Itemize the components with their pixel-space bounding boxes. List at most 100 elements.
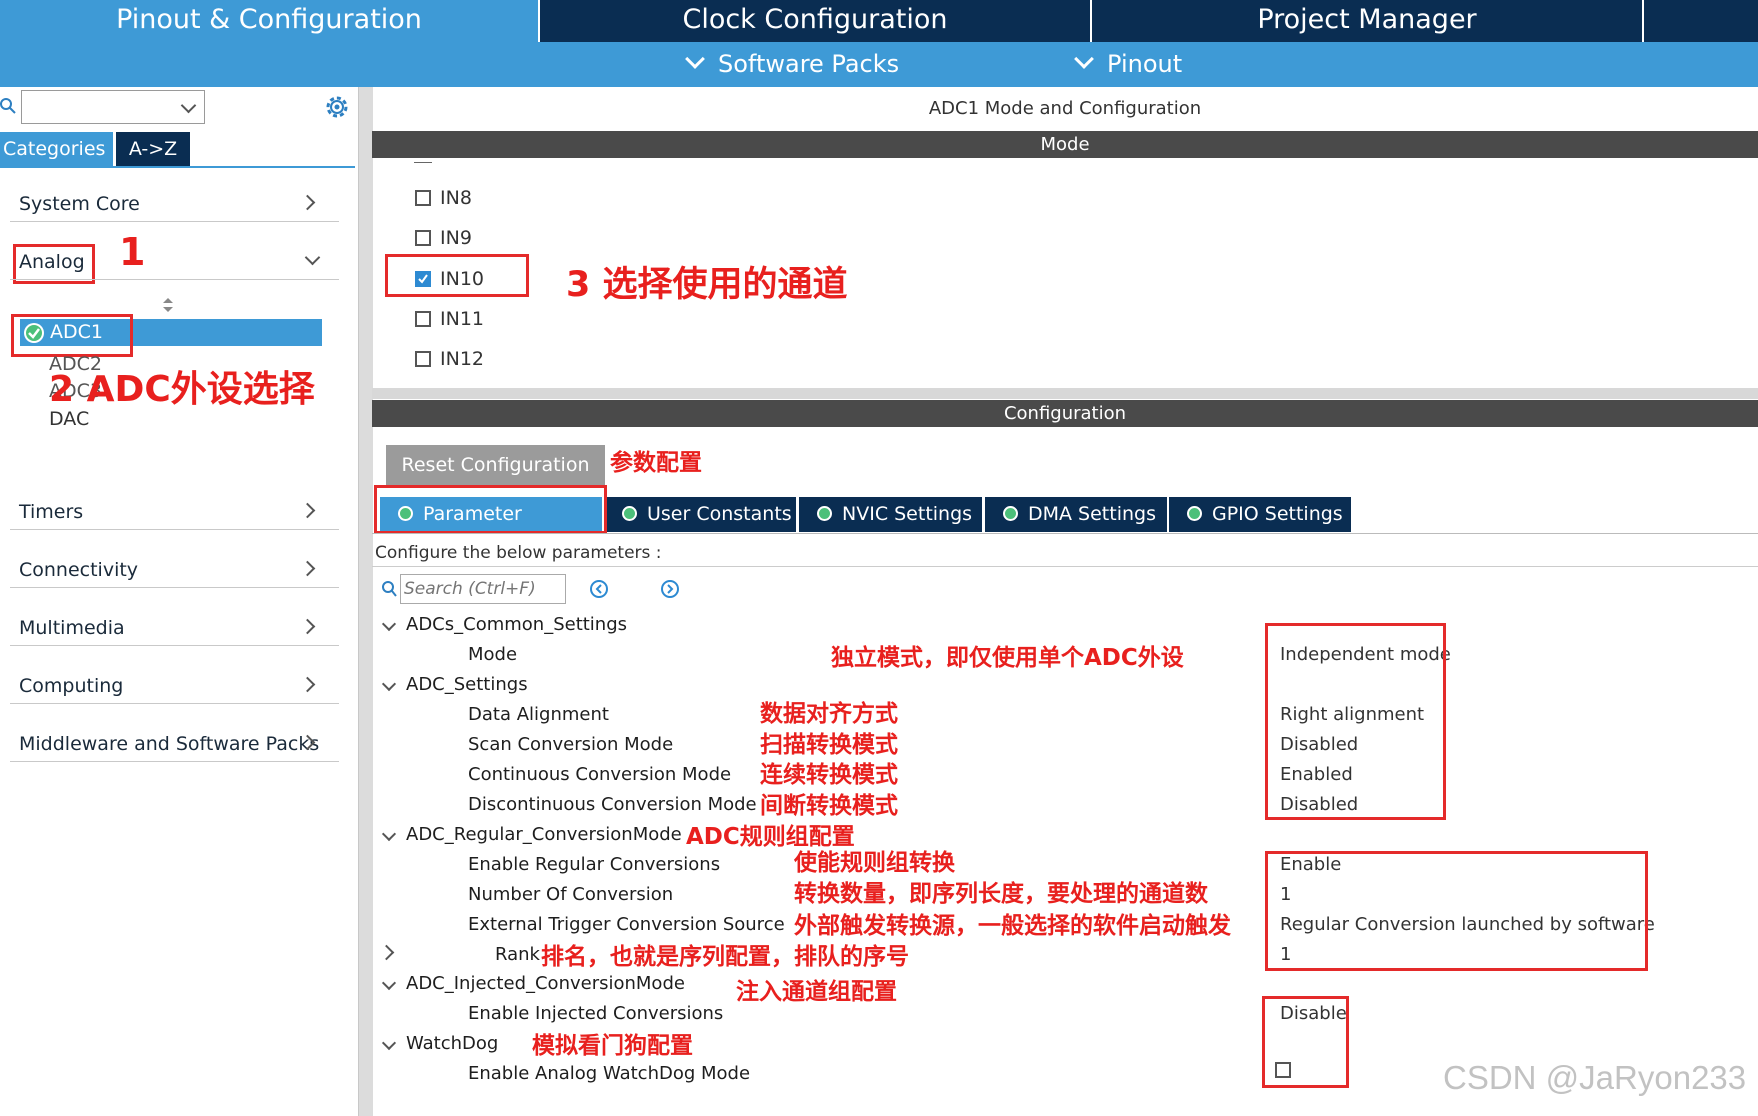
tab-dma-settings[interactable]: DMA Settings [985,497,1167,532]
annotation-enable-regular: 使能规则组转换 [794,850,955,876]
check-circle-icon [622,505,637,521]
search-icon [382,581,397,597]
param-rank: Rank [495,944,540,965]
checkbox-in11[interactable] [415,311,431,327]
annotation-box-injected-watchdog [1262,996,1349,1088]
param-enable-regular: Enable Regular Conversions [468,854,721,875]
annotation-box-analog [13,244,95,284]
chevron-right-icon[interactable] [378,944,395,961]
list-item-dac[interactable]: DAC [49,408,89,430]
param-continuous-mode: Continuous Conversion Mode [468,764,732,785]
annotation-box-adc1 [11,314,133,357]
group-adcs-common-settings[interactable]: ADCs_Common_Settings [406,614,627,635]
annotation-box-parameter-tab [374,485,607,534]
annotation-rank: 排名，也就是序列配置，排队的序号 [541,944,909,970]
divider [10,279,339,280]
category-multimedia[interactable]: Multimedia [19,617,125,639]
tab-clock-configuration[interactable]: Clock Configuration [540,0,1090,42]
tab-gpio-settings[interactable]: GPIO Settings [1169,497,1351,532]
param-mode: Mode [468,644,518,665]
previous-icon[interactable] [589,579,609,599]
divider [10,645,339,646]
annotation-box-adc-values [1265,623,1446,820]
param-enable-injected: Enable Injected Conversions [468,1003,724,1024]
annotation-param-config: 参数配置 [610,450,702,476]
param-data-alignment: Data Alignment [468,704,609,725]
tab-a-to-z[interactable]: A->Z [116,132,190,166]
tab-project-manager[interactable]: Project Manager [1092,0,1642,42]
tab-categories[interactable]: Categories [0,132,113,166]
category-connectivity[interactable]: Connectivity [19,559,138,581]
group-adc-settings[interactable]: ADC_Settings [406,674,528,695]
divider [10,221,339,222]
chevron-down-icon [685,49,705,69]
annotation-continuous: 连续转换模式 [760,762,898,788]
chevron-down-icon[interactable] [381,676,397,692]
group-injected-conversion[interactable]: ADC_Injected_ConversionMode [406,973,685,994]
annotation-discontinuous: 间断转换模式 [760,793,898,819]
category-computing[interactable]: Computing [19,675,123,697]
reset-configuration-button[interactable]: Reset Configuration [386,445,605,485]
category-timers[interactable]: Timers [19,501,83,523]
divider [10,703,339,704]
tab-underline [0,166,355,168]
pinout-menu[interactable]: Pinout [1074,42,1182,87]
check-circle-icon [1003,505,1018,521]
divider [10,761,339,762]
chevron-down-icon[interactable] [381,975,397,991]
channel-in12: IN12 [440,348,484,370]
panel-splitter[interactable] [358,87,373,1116]
annotation-ext-trigger: 外部触发转换源，一般选择的软件启动触发 [794,913,1231,939]
annotation-scan: 扫描转换模式 [760,732,898,758]
category-system-core[interactable]: System Core [19,193,140,215]
divider [372,566,1758,567]
param-scan-mode: Scan Conversion Mode [468,734,674,755]
group-watchdog[interactable]: WatchDog [406,1033,498,1054]
group-regular-conversion[interactable]: ADC_Regular_ConversionMode [406,824,682,845]
param-discontinuous-mode: Discontinuous Conversion Mode [468,794,757,815]
chevron-down-icon[interactable] [381,1035,397,1051]
checkbox-in8[interactable] [415,190,431,206]
annotation-injected: 注入通道组配置 [736,979,897,1005]
check-circle-icon [1187,505,1202,521]
annotation-box-in10 [385,254,529,297]
software-packs-menu[interactable]: Software Packs [685,42,899,87]
sort-icon[interactable] [163,298,173,312]
watermark: CSDN @JaRyon233 [1443,1059,1747,1096]
param-external-trigger: External Trigger Conversion Source [468,914,785,935]
chevron-down-icon [1074,49,1094,69]
section-splitter[interactable] [372,388,1758,399]
page-title: ADC1 Mode and Configuration [928,98,1202,119]
chevron-down-icon[interactable] [381,616,397,632]
divider [10,587,339,588]
channel-in9: IN9 [440,227,472,249]
check-circle-icon [817,505,832,521]
checkbox-in9[interactable] [415,230,431,246]
checkbox-in12[interactable] [415,351,431,367]
search-combo[interactable] [21,90,205,124]
annotation-alignment: 数据对齐方式 [760,701,898,727]
search-icon[interactable] [0,96,16,116]
channel-in8: IN8 [440,187,472,209]
annotation-box-regular-values [1265,851,1648,971]
category-middleware[interactable]: Middleware and Software Packs [19,733,319,755]
annotation-independent: 独立模式，即仅使用单个ADC外设 [831,645,1184,671]
param-search-input[interactable] [400,574,566,604]
tab-nvic-settings[interactable]: NVIC Settings [799,497,982,532]
divider [10,529,339,530]
annotation-adc-select: 2 ADC外设选择 [49,369,315,410]
configuration-header: Configuration [372,400,1758,427]
configure-hint: Configure the below parameters : [375,543,662,563]
param-number-of-conversion: Number Of Conversion [468,884,674,905]
annotation-step-1: 1 [119,230,146,274]
chevron-down-icon[interactable] [381,826,397,842]
next-icon[interactable] [660,579,680,599]
annotation-watchdog: 模拟看门狗配置 [532,1033,693,1059]
tab-divider [1642,0,1644,42]
divider [372,533,1758,534]
tab-user-constants[interactable]: User Constants [604,497,796,532]
left-panel [0,87,358,1116]
gear-icon[interactable] [324,94,350,120]
annotation-select-channel: 3 选择使用的通道 [566,265,848,305]
tab-pinout-configuration[interactable]: Pinout & Configuration [0,0,538,42]
